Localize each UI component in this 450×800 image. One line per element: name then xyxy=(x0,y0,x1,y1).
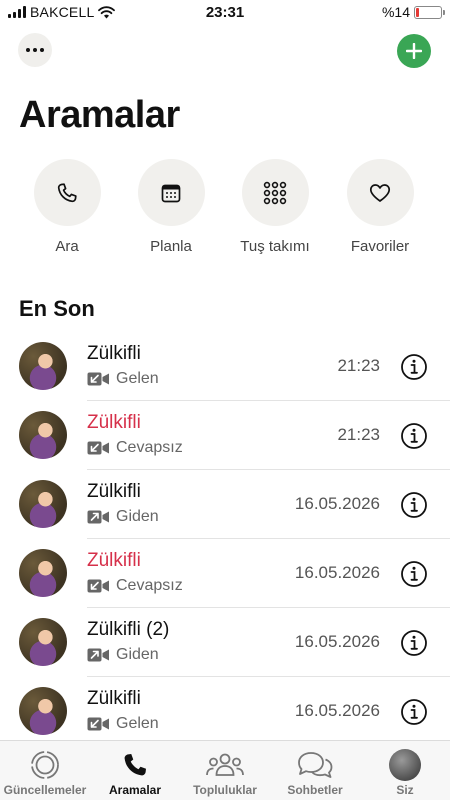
contact-name: Zülkifli xyxy=(87,481,141,502)
tab-you[interactable]: Siz xyxy=(360,741,450,800)
contact-name: Zülkifli xyxy=(87,412,141,433)
info-icon xyxy=(401,423,427,449)
info-icon xyxy=(401,354,427,380)
contact-name: Zülkifli (2) xyxy=(87,619,170,640)
chats-icon xyxy=(298,752,333,778)
quick-action-label: Tuş takımı xyxy=(240,238,310,255)
call-info-button[interactable] xyxy=(400,353,428,381)
incoming-video-call-icon xyxy=(87,579,109,593)
quick-action-favorites[interactable]: Favoriler xyxy=(325,159,435,255)
call-time: 16.05.2026 xyxy=(294,632,380,651)
call-info-button[interactable] xyxy=(400,560,428,588)
quick-action-favorites-circle[interactable] xyxy=(346,159,414,226)
call-time: 16.05.2026 xyxy=(294,563,380,582)
call-status-text: Giden xyxy=(116,646,159,663)
quick-action-call[interactable]: Ara xyxy=(12,159,122,255)
call-status-text: Gelen xyxy=(116,715,159,732)
battery-percent: %14 xyxy=(381,4,410,20)
call-status: Giden xyxy=(87,646,159,664)
ellipsis-icon xyxy=(26,48,44,52)
incoming-video-call-icon xyxy=(87,372,109,386)
contact-avatar[interactable] xyxy=(19,342,67,390)
contact-avatar[interactable] xyxy=(19,549,67,597)
call-info-button[interactable] xyxy=(400,698,428,726)
call-status-text: Giden xyxy=(116,508,159,525)
call-list: Zülkifli Gelen 21:23 Zülkifli Cevapsız 21:23 Z… xyxy=(0,332,450,746)
outgoing-video-call-icon xyxy=(87,648,109,662)
call-status-text: Cevapsız xyxy=(116,439,183,456)
call-status: Cevapsız xyxy=(87,577,183,595)
quick-action-label: Planla xyxy=(150,238,192,255)
quick-action-keypad[interactable]: Tuş takımı xyxy=(220,159,330,255)
call-time: 16.05.2026 xyxy=(294,494,380,513)
plus-icon xyxy=(406,43,422,59)
contact-name: Zülkifli xyxy=(87,688,141,709)
quick-action-label: Ara xyxy=(55,238,79,255)
battery-level xyxy=(416,7,420,17)
tab-label: Aramalar xyxy=(108,783,162,797)
phone-icon xyxy=(124,754,146,776)
contact-name: Zülkifli xyxy=(87,343,141,364)
call-status: Gelen xyxy=(87,715,159,733)
contact-name: Zülkifli xyxy=(87,550,141,571)
keypad-icon xyxy=(263,181,287,204)
quick-actions: Ara Planla Tuş takımı Favoriler xyxy=(0,159,450,259)
call-status: Giden xyxy=(87,508,159,526)
info-icon xyxy=(401,630,427,656)
call-status-text: Gelen xyxy=(116,370,159,387)
contact-avatar[interactable] xyxy=(19,411,67,459)
call-status: Gelen xyxy=(87,370,159,388)
tab-chats[interactable]: Sohbetler xyxy=(270,741,360,800)
call-row[interactable]: Zülkifli Gelen 16.05.2026 xyxy=(0,677,450,746)
call-row[interactable]: Zülkifli (2) Giden 16.05.2026 xyxy=(0,608,450,677)
incoming-video-call-icon xyxy=(87,717,109,731)
incoming-video-call-icon xyxy=(87,441,109,455)
calendar-icon xyxy=(161,184,181,202)
info-icon xyxy=(401,699,427,725)
call-time: 16.05.2026 xyxy=(294,701,380,720)
call-row[interactable]: Zülkifli Gelen 21:23 xyxy=(0,332,450,401)
profile-avatar xyxy=(389,749,421,781)
tab-calls[interactable]: Aramalar xyxy=(90,741,180,800)
info-icon xyxy=(401,492,427,518)
tab-bar: Güncellemeler Aramalar Topluluklar Sohbe… xyxy=(0,740,450,800)
call-info-button[interactable] xyxy=(400,491,428,519)
info-icon xyxy=(401,561,427,587)
quick-action-label: Favoriler xyxy=(350,238,410,255)
section-title-recent: En Son xyxy=(19,296,95,321)
quick-action-schedule-circle[interactable] xyxy=(137,159,205,226)
contact-avatar[interactable] xyxy=(19,618,67,666)
call-row[interactable]: Zülkifli Cevapsız 21:23 xyxy=(0,401,450,470)
phone-icon xyxy=(57,182,77,202)
call-row[interactable]: Zülkifli Giden 16.05.2026 xyxy=(0,470,450,539)
call-info-button[interactable] xyxy=(400,629,428,657)
call-time: 21:23 xyxy=(337,356,380,375)
call-status: Cevapsız xyxy=(87,439,183,457)
tab-communities[interactable]: Topluluklar xyxy=(180,741,270,800)
new-call-button[interactable] xyxy=(397,34,431,68)
call-info-button[interactable] xyxy=(400,422,428,450)
quick-action-call-circle[interactable] xyxy=(33,159,101,226)
updates-icon xyxy=(31,751,59,779)
contact-avatar[interactable] xyxy=(19,480,67,528)
outgoing-video-call-icon xyxy=(87,510,109,524)
page-title: Aramalar xyxy=(19,94,180,136)
call-status-text: Cevapsız xyxy=(116,577,183,594)
more-options-button[interactable] xyxy=(18,33,52,67)
tab-updates[interactable]: Güncellemeler xyxy=(0,741,90,800)
call-time: 21:23 xyxy=(337,425,380,444)
status-right: %14 xyxy=(381,4,445,20)
quick-action-keypad-circle[interactable] xyxy=(241,159,309,226)
quick-action-schedule[interactable]: Planla xyxy=(116,159,226,255)
tab-label: Siz xyxy=(396,783,414,797)
tab-label: Topluluklar xyxy=(193,783,257,797)
contact-avatar[interactable] xyxy=(19,687,67,735)
battery-icon xyxy=(414,5,445,19)
status-bar: BAKCELL 23:31 %14 xyxy=(0,0,450,26)
tab-label: Güncellemeler xyxy=(3,783,87,797)
communities-icon xyxy=(206,753,244,776)
heart-icon xyxy=(369,183,391,202)
tab-label: Sohbetler xyxy=(287,783,343,797)
call-row[interactable]: Zülkifli Cevapsız 16.05.2026 xyxy=(0,539,450,608)
